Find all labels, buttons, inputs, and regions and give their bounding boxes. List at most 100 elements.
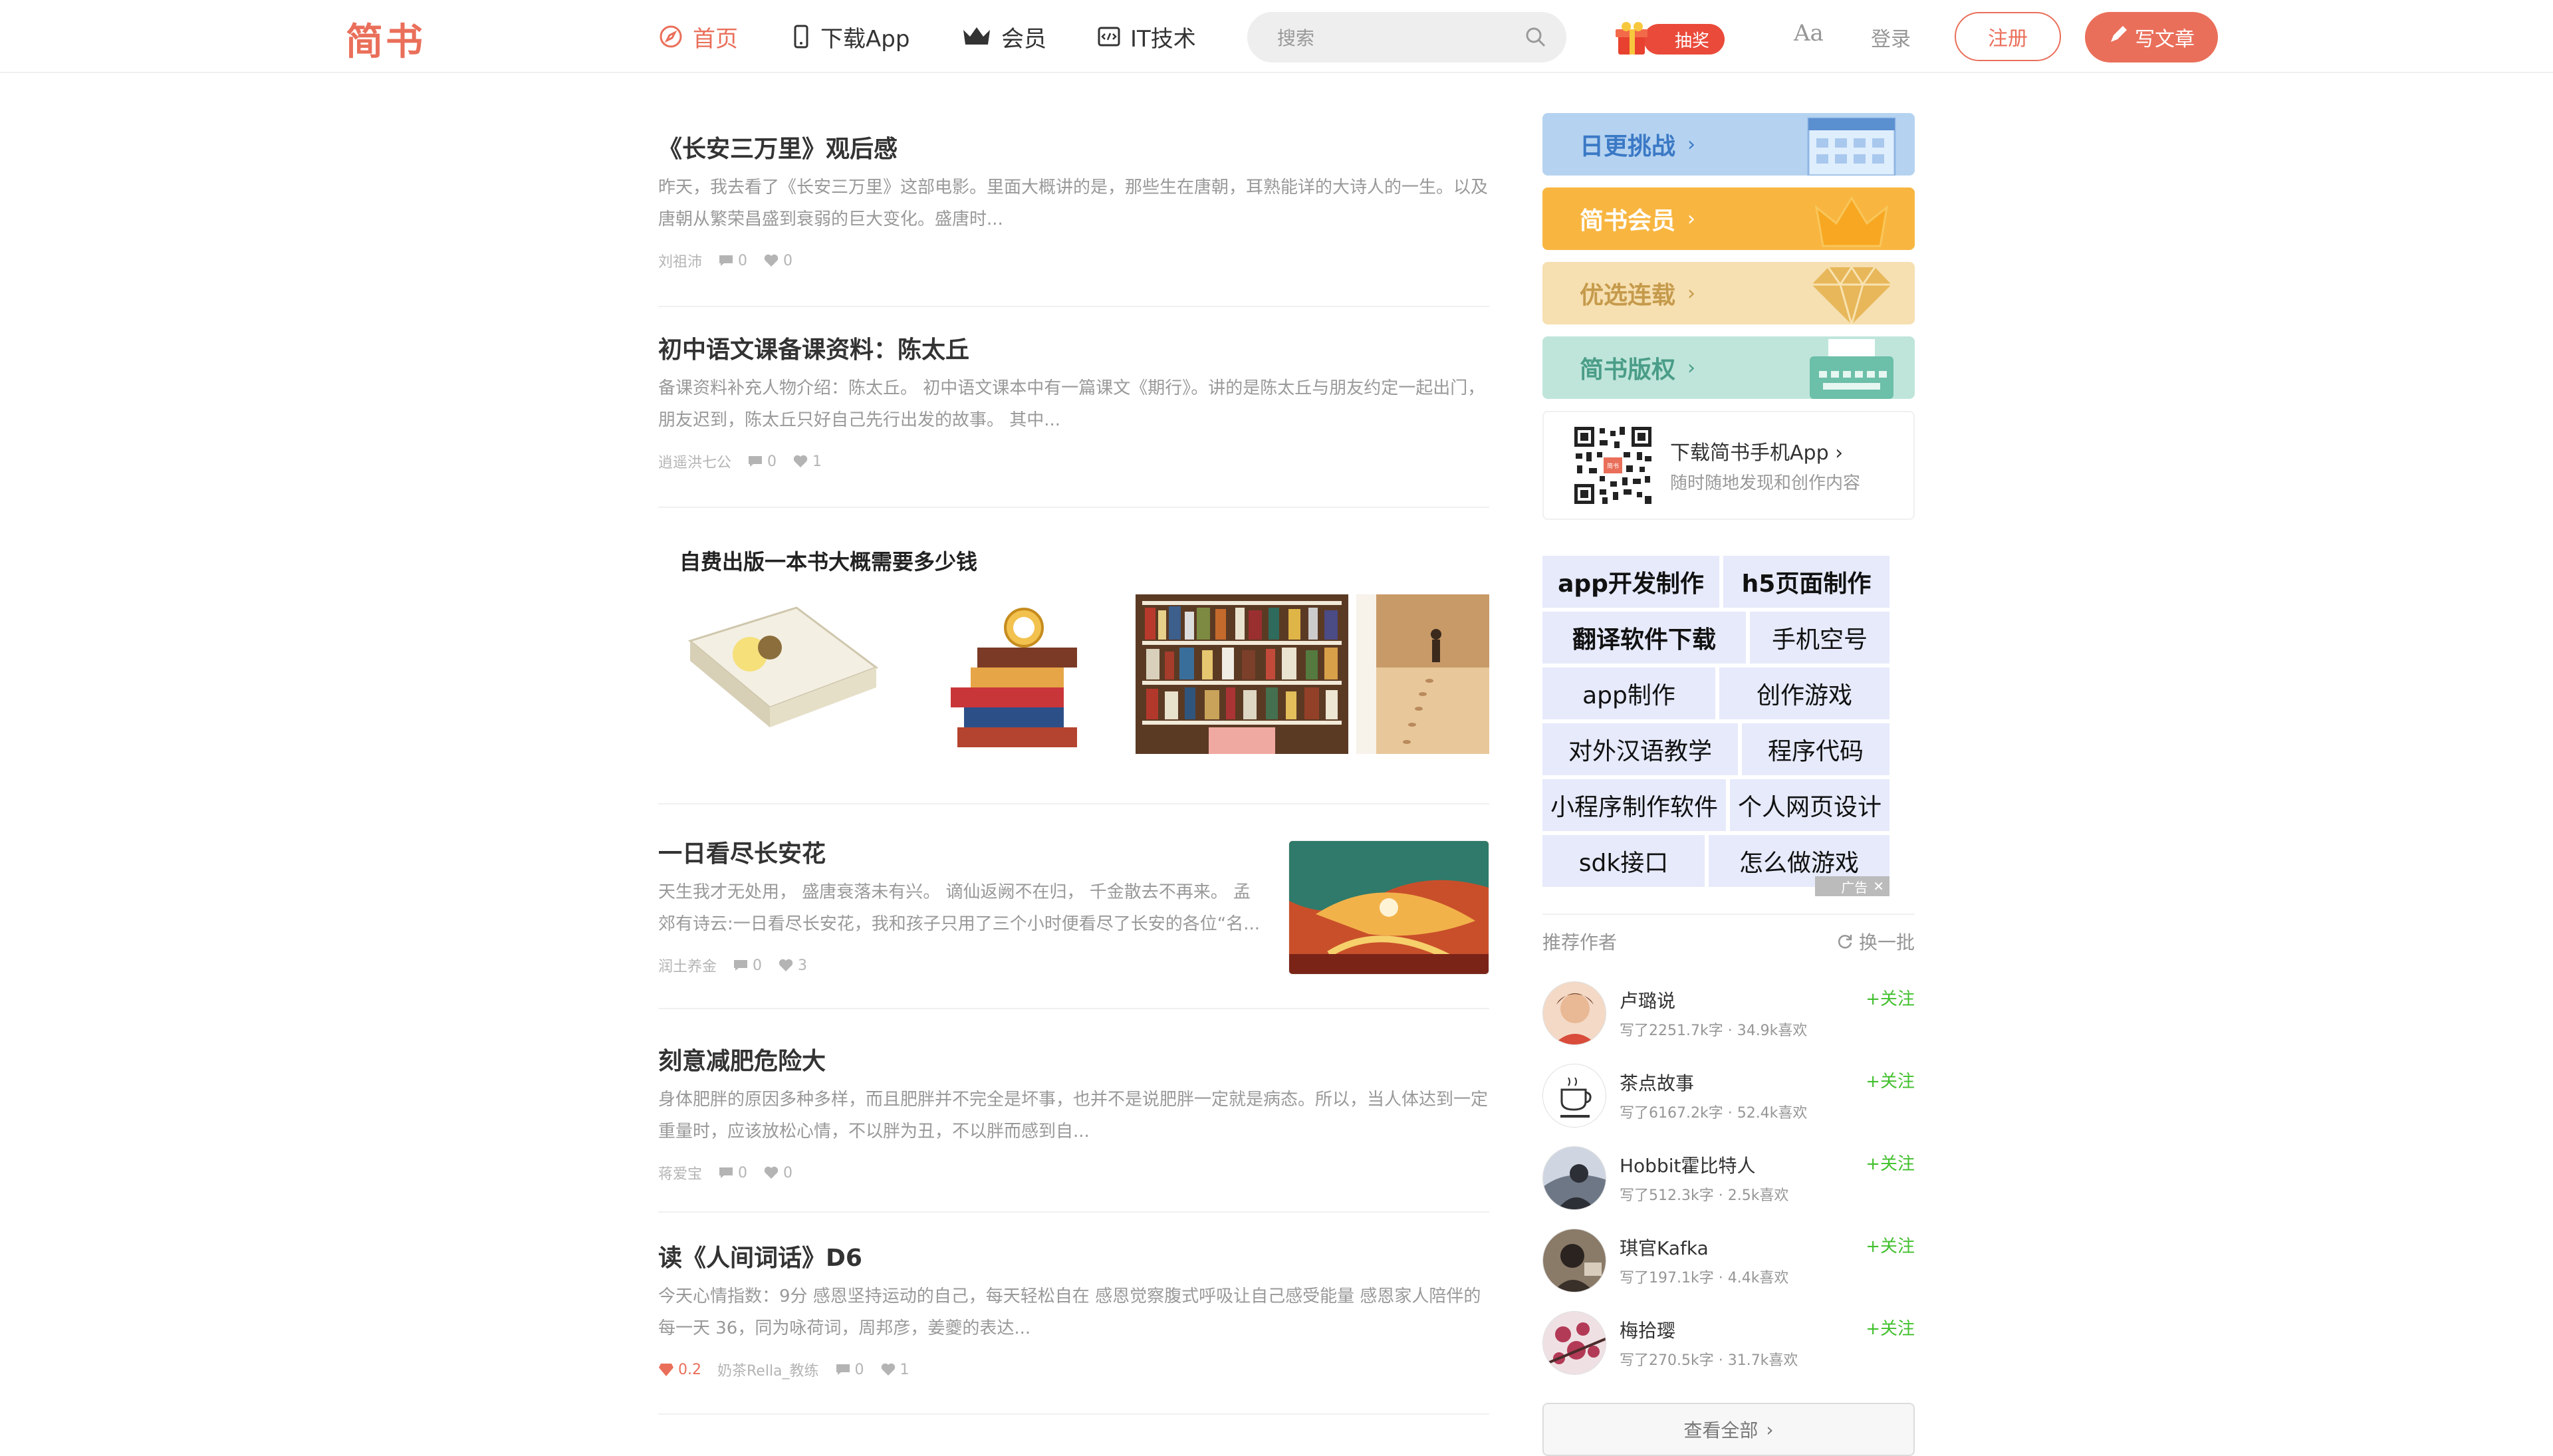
search-box <box>1247 12 1566 63</box>
ad-badge[interactable]: 广告 ✕ <box>1815 876 1889 896</box>
article-meta: 润土养金 0 3 <box>658 955 1263 976</box>
author-name[interactable]: 琪官Kafka <box>1620 1234 1709 1261</box>
author-name[interactable]: Hobbit霍比特人 <box>1620 1152 1756 1178</box>
register-button[interactable]: 注册 <box>1955 12 2061 61</box>
avatar[interactable] <box>1542 981 1606 1045</box>
comment-count[interactable]: 0 <box>718 1165 747 1181</box>
author-stats: 写了2251.7k字 · 34.9k喜欢 <box>1620 1023 1808 1039</box>
author-item[interactable]: 梅拾璎 写了270.5k字 · 31.7k喜欢 +关注 <box>1542 1302 1915 1384</box>
gift-icon <box>1614 19 1653 57</box>
article-item[interactable]: 刻意减肥危险大 身体肥胖的原因多种多样，而且肥胖并不完全是坏事，也并不是说肥胖一… <box>658 1009 1489 1213</box>
nav-membership[interactable]: 会员 <box>961 20 1046 53</box>
ad-link[interactable]: sdk接口 <box>1542 835 1705 887</box>
diamond-icon <box>1812 265 1891 324</box>
comment-icon <box>719 255 733 266</box>
ad-badge-label: 广告 <box>1841 879 1868 896</box>
follow-button[interactable]: +关注 <box>1866 1233 1915 1257</box>
author-name[interactable]: 蒋爱宝 <box>658 1162 702 1183</box>
sponsored-title[interactable]: 自费出版一本书大概需要多少钱 <box>679 545 1489 576</box>
jianshu-logo[interactable]: 简书 <box>346 12 426 66</box>
like-count: 3 <box>778 957 807 974</box>
article-title[interactable]: 《长安三万里》观后感 <box>658 133 1489 166</box>
lottery-label: 抽奖 <box>1643 24 1725 55</box>
code-icon <box>1097 25 1121 49</box>
search-input[interactable] <box>1276 13 1518 63</box>
top-navbar: 简书 首页 下载App 会员 IT技术 抽奖 Aa 登录 <box>0 0 2553 73</box>
author-name[interactable]: 逍遥洪七公 <box>658 451 731 472</box>
article-abstract: 昨天，我去看了《长安三万里》这部电影。里面大概讲的是，那些生在唐朝，耳熟能详的大… <box>658 178 1489 229</box>
nav-home[interactable]: 首页 <box>658 20 738 53</box>
follow-button[interactable]: +关注 <box>1866 1068 1915 1092</box>
ad-link[interactable]: 翻译软件下载 <box>1542 612 1746 664</box>
nav-it-tech[interactable]: IT技术 <box>1097 20 1196 53</box>
desert-walker-image[interactable] <box>1356 594 1489 754</box>
article-title[interactable]: 一日看尽长安花 <box>658 838 1263 871</box>
author-item[interactable]: 茶点故事 写了6167.2k字 · 52.4k喜欢 +关注 <box>1542 1054 1915 1137</box>
like-count: 0 <box>763 253 792 269</box>
author-item[interactable]: 琪官Kafka 写了197.1k字 · 4.4k喜欢 +关注 <box>1542 1219 1915 1302</box>
avatar[interactable] <box>1542 1064 1606 1128</box>
article-title[interactable]: 读《人间词话》D6 <box>658 1242 1489 1275</box>
comment-count[interactable]: 0 <box>718 253 747 269</box>
bookshelf-image[interactable] <box>1136 594 1348 754</box>
banner-daily-challenge[interactable]: 日更挑战 › <box>1542 113 1915 176</box>
ad-link[interactable]: 创作游戏 <box>1719 667 1889 719</box>
nav-download-app[interactable]: 下载App <box>791 20 910 53</box>
comment-count[interactable]: 0 <box>733 957 762 974</box>
search-icon[interactable] <box>1524 26 1547 51</box>
avatar[interactable] <box>1542 1146 1606 1210</box>
banner-copyright[interactable]: 简书版权 › <box>1542 336 1915 399</box>
typewriter-icon <box>1810 339 1893 399</box>
ad-link[interactable]: 程序代码 <box>1742 723 1889 775</box>
heart-icon <box>764 1166 779 1179</box>
like-count: 1 <box>792 453 822 470</box>
article-item[interactable]: 一日看尽长安花 天生我才无处用， 盛唐衰落未有兴。 谪仙返阙不在归， 千金散去不… <box>658 804 1489 1009</box>
author-name[interactable]: 茶点故事 <box>1620 1069 1694 1096</box>
ad-link[interactable]: app开发制作 <box>1542 556 1719 608</box>
ad-link[interactable]: 手机空号 <box>1750 612 1889 664</box>
font-size-toggle[interactable]: Aa <box>1794 20 1824 47</box>
banner-label: 日更挑战 <box>1580 133 1676 160</box>
close-icon[interactable]: ✕ <box>1873 878 1884 894</box>
comment-count[interactable]: 0 <box>747 453 777 470</box>
article-item[interactable]: 《长安三万里》观后感 昨天，我去看了《长安三万里》这部电影。里面大概讲的是，那些… <box>658 73 1489 307</box>
comment-count[interactable]: 0 <box>835 1362 864 1378</box>
ad-link[interactable]: 个人网页设计 <box>1730 779 1889 831</box>
author-item[interactable]: 卢璐说 写了2251.7k字 · 34.9k喜欢 +关注 <box>1542 972 1915 1054</box>
avatar[interactable] <box>1542 1229 1606 1292</box>
book-cover-image[interactable] <box>677 594 883 761</box>
banner-serials[interactable]: 优选连载 › <box>1542 262 1915 324</box>
like-count: 1 <box>880 1362 910 1378</box>
ad-link[interactable]: 小程序制作软件 <box>1542 779 1726 831</box>
author-item[interactable]: Hobbit霍比特人 写了512.3k字 · 2.5k喜欢 +关注 <box>1542 1137 1915 1219</box>
banner-membership[interactable]: 简书会员 › <box>1542 187 1915 250</box>
refresh-authors-button[interactable]: 换一批 <box>1836 928 1915 955</box>
author-name[interactable]: 梅拾璎 <box>1620 1316 1675 1343</box>
article-item[interactable]: 读《人间词话》D6 今天心情指数：9分 感恩坚持运动的自己，每天轻松自在 感恩觉… <box>658 1213 1489 1415</box>
article-thumbnail[interactable] <box>1288 840 1489 975</box>
article-item[interactable]: 初中语文课备课资料：陈太丘 备课资料补充人物介绍：陈太丘。 初中语文课本中有一篇… <box>658 307 1489 508</box>
book-stack-image[interactable] <box>937 601 1090 761</box>
follow-button[interactable]: +关注 <box>1866 985 1915 1010</box>
download-app-card[interactable]: 简书 下载简书手机App › 随时随地发现和创作内容 <box>1542 411 1915 520</box>
write-article-button[interactable]: 写文章 <box>2085 12 2218 62</box>
lottery-button[interactable]: 抽奖 <box>1614 17 1734 59</box>
article-title[interactable]: 刻意减肥危险大 <box>658 1045 1489 1078</box>
ad-link[interactable]: app制作 <box>1542 667 1715 719</box>
view-all-authors-button[interactable]: 查看全部 › <box>1542 1403 1915 1456</box>
chevron-right-icon: › <box>1835 441 1844 465</box>
follow-button[interactable]: +关注 <box>1866 1150 1915 1175</box>
login-link[interactable]: 登录 <box>1871 23 1911 52</box>
comment-icon <box>836 1364 850 1375</box>
ad-link[interactable]: h5页面制作 <box>1723 556 1889 608</box>
author-name[interactable]: 卢璐说 <box>1620 987 1675 1013</box>
author-name[interactable]: 润土养金 <box>658 955 717 976</box>
ad-link[interactable]: 对外汉语教学 <box>1542 723 1738 775</box>
author-stats: 写了270.5k字 · 31.7k喜欢 <box>1620 1352 1798 1369</box>
article-title[interactable]: 初中语文课备课资料：陈太丘 <box>658 334 1489 367</box>
author-name[interactable]: 奶茶Rella_教练 <box>717 1359 819 1380</box>
avatar[interactable] <box>1542 1311 1606 1375</box>
sponsored-article[interactable]: 自费出版一本书大概需要多少钱 <box>658 508 1489 804</box>
follow-button[interactable]: +关注 <box>1866 1315 1915 1340</box>
author-name[interactable]: 刘祖沛 <box>658 250 702 271</box>
